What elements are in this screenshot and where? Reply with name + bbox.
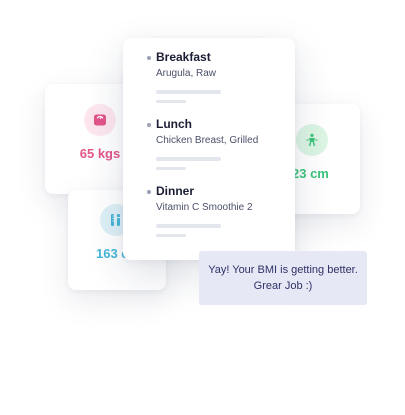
placeholder-bar [156,90,221,94]
meal-plan-card: Breakfast Arugula, Raw Lunch Chicken Bre… [123,38,295,260]
placeholder-bar [156,157,221,161]
bullet-dot [147,190,151,194]
bmi-message-box: Yay! Your BMI is getting better. Grear J… [199,251,367,305]
weight-value: 65 kgs [79,146,121,161]
meal-title: Dinner [156,184,195,198]
meal-title: Breakfast [156,50,211,64]
placeholder-bar [156,100,186,103]
bmi-message-text: Yay! Your BMI is getting better. Grear J… [208,264,358,292]
placeholder-bar [156,224,221,228]
meal-description: Arugula, Raw [156,68,217,79]
meal-title: Lunch [156,117,192,131]
meal-description: Vitamin C Smoothie 2 [156,202,253,213]
placeholder-bar [156,167,186,170]
waist-value: 23 cm [292,166,329,181]
waist-icon [296,124,328,156]
bullet-dot [147,56,151,60]
meal-description: Chicken Breast, Grilled [156,135,259,146]
placeholder-bar [156,234,186,237]
scale-icon [84,104,116,136]
bullet-dot [147,123,151,127]
